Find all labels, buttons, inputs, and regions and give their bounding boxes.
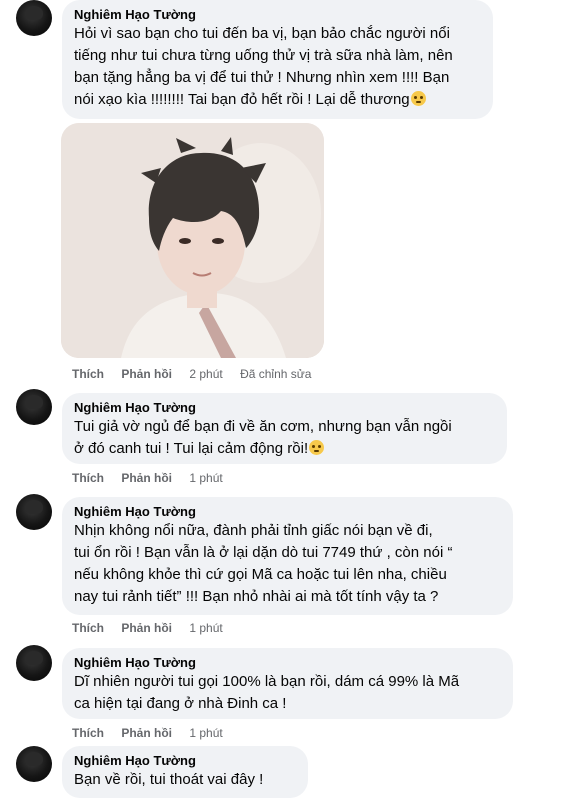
comment-bubble: Nghiêm Hạo Tường Bạn về rồi, tui thoát v… bbox=[62, 746, 308, 798]
comment-text: Dĩ nhiên người tui gọi 100% là bạn rồi, … bbox=[74, 673, 460, 712]
like-button[interactable]: Thích bbox=[72, 367, 104, 381]
reply-button[interactable]: Phản hồi bbox=[121, 471, 172, 485]
comment-text: Bạn về rồi, tui thoát vai đây ! bbox=[74, 771, 264, 788]
comment-timestamp[interactable]: 1 phút bbox=[189, 471, 222, 485]
crying-face-emoji-icon bbox=[410, 91, 426, 106]
comment-timestamp[interactable]: 1 phút bbox=[189, 621, 222, 635]
reply-button[interactable]: Phản hồi bbox=[121, 621, 172, 635]
comment-author[interactable]: Nghiêm Hạo Tường bbox=[74, 752, 296, 769]
comment-text: Nhịn không nổi nữa, đành phải tỉnh giấc … bbox=[74, 522, 453, 605]
comment-author[interactable]: Nghiêm Hạo Tường bbox=[74, 503, 501, 520]
like-button[interactable]: Thích bbox=[72, 621, 104, 635]
comment-actions: Thích Phản hồi 1 phút bbox=[72, 470, 237, 486]
comment-author[interactable]: Nghiêm Hạo Tường bbox=[74, 6, 481, 23]
crying-face-emoji-icon bbox=[309, 440, 325, 455]
comment-text-content: Hỏi vì sao bạn cho tui đến ba vị, bạn bả… bbox=[74, 25, 453, 108]
avatar[interactable] bbox=[16, 746, 52, 782]
avatar[interactable] bbox=[16, 494, 52, 530]
avatar[interactable] bbox=[16, 389, 52, 425]
comment-bubble: Nghiêm Hạo Tường Dĩ nhiên người tui gọi … bbox=[62, 648, 513, 719]
comment-text: Tui giả vờ ngủ để bạn đi về ăn cơm, nhưn… bbox=[74, 416, 495, 460]
like-button[interactable]: Thích bbox=[72, 726, 104, 740]
like-button[interactable]: Thích bbox=[72, 471, 104, 485]
comment-actions: Thích Phản hồi 1 phút bbox=[72, 725, 237, 741]
comment-author[interactable]: Nghiêm Hạo Tường bbox=[74, 654, 501, 671]
attached-photo[interactable] bbox=[61, 123, 324, 358]
comment-bubble: Nghiêm Hạo Tường Tui giả vờ ngủ để bạn đ… bbox=[62, 393, 507, 464]
avatar[interactable] bbox=[16, 645, 52, 681]
comment-timestamp[interactable]: 2 phút bbox=[189, 367, 222, 381]
comment-text: Hỏi vì sao bạn cho tui đến ba vị, bạn bả… bbox=[74, 23, 481, 111]
reply-button[interactable]: Phản hồi bbox=[121, 367, 172, 381]
comment-bubble: Nghiêm Hạo Tường Hỏi vì sao bạn cho tui … bbox=[62, 0, 493, 119]
comment-actions: Thích Phản hồi 1 phút bbox=[72, 620, 237, 636]
reply-button[interactable]: Phản hồi bbox=[121, 726, 172, 740]
comment-actions: Thích Phản hồi 2 phút Đã chỉnh sửa bbox=[72, 366, 325, 382]
avatar[interactable] bbox=[16, 0, 52, 36]
comment-bubble: Nghiêm Hạo Tường Nhịn không nổi nữa, đàn… bbox=[62, 497, 513, 615]
comment-text-content: Tui giả vờ ngủ để bạn đi về ăn cơm, nhưn… bbox=[74, 418, 452, 457]
edited-label: Đã chỉnh sửa bbox=[240, 367, 312, 381]
comment-author[interactable]: Nghiêm Hạo Tường bbox=[74, 399, 495, 416]
comment-timestamp[interactable]: 1 phút bbox=[189, 726, 222, 740]
photo-portrait-illustration bbox=[61, 123, 324, 358]
